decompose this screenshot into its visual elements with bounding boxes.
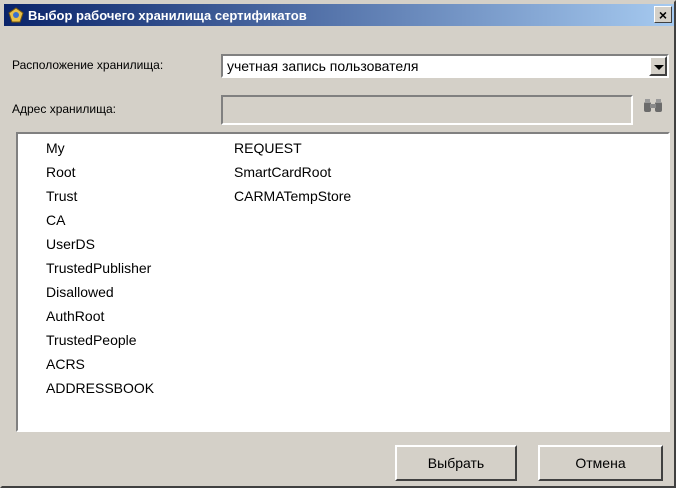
window-title: Выбор рабочего хранилища сертификатов bbox=[28, 8, 307, 23]
list-item[interactable]: ACRS bbox=[46, 352, 154, 376]
location-value: учетная запись пользователя bbox=[227, 58, 419, 74]
list-item[interactable]: TrustedPublisher bbox=[46, 256, 154, 280]
dropdown-arrow-icon[interactable] bbox=[649, 56, 667, 76]
list-item[interactable]: Root bbox=[46, 160, 154, 184]
list-item[interactable]: TrustedPeople bbox=[46, 328, 154, 352]
cancel-button[interactable]: Отмена bbox=[538, 445, 663, 481]
location-label: Расположение хранилища: bbox=[12, 58, 164, 72]
list-item[interactable]: SmartCardRoot bbox=[234, 160, 351, 184]
list-item[interactable]: My bbox=[46, 136, 154, 160]
location-select[interactable]: учетная запись пользователя bbox=[221, 54, 669, 78]
store-column-2: REQUEST SmartCardRoot CARMATempStore bbox=[234, 136, 351, 208]
list-item[interactable]: UserDS bbox=[46, 232, 154, 256]
store-list[interactable]: My Root Trust CA UserDS TrustedPublisher… bbox=[16, 132, 670, 432]
title-bar[interactable]: Выбор рабочего хранилища сертификатов × bbox=[4, 4, 674, 26]
list-item[interactable]: CA bbox=[46, 208, 154, 232]
certificate-app-icon bbox=[8, 7, 24, 23]
address-label: Адрес хранилища: bbox=[12, 102, 116, 116]
binoculars-icon[interactable] bbox=[642, 98, 664, 114]
list-item[interactable]: Disallowed bbox=[46, 280, 154, 304]
list-item[interactable]: Trust bbox=[46, 184, 154, 208]
dialog-window: Выбор рабочего хранилища сертификатов × … bbox=[0, 0, 676, 488]
close-button[interactable]: × bbox=[654, 6, 672, 23]
select-button[interactable]: Выбрать bbox=[395, 445, 517, 481]
close-icon: × bbox=[658, 7, 668, 23]
store-column-1: My Root Trust CA UserDS TrustedPublisher… bbox=[46, 136, 154, 400]
list-item[interactable]: REQUEST bbox=[234, 136, 351, 160]
list-item[interactable]: ADDRESSBOOK bbox=[46, 376, 154, 400]
address-field bbox=[221, 95, 633, 125]
list-item[interactable]: AuthRoot bbox=[46, 304, 154, 328]
list-item[interactable]: CARMATempStore bbox=[234, 184, 351, 208]
